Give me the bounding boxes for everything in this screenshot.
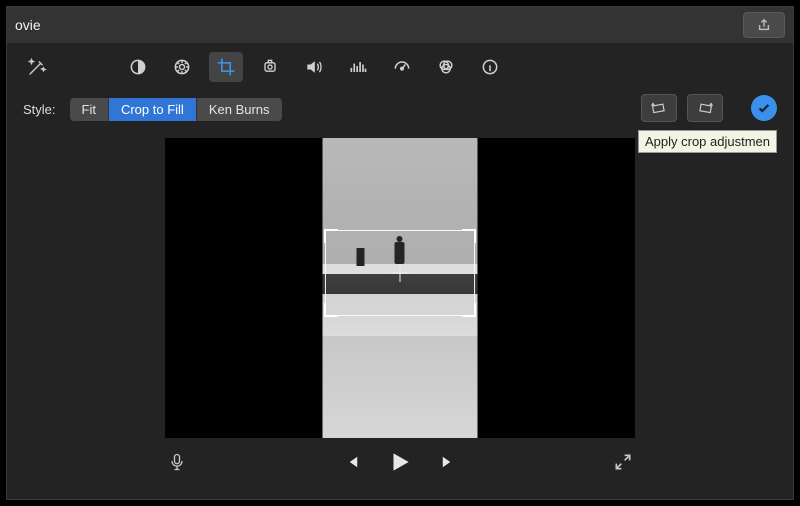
window-title: ovie: [15, 17, 41, 33]
rotate-ccw-button[interactable]: [641, 94, 677, 122]
transport-bar: [7, 439, 793, 487]
crop-style-bar: Style: Fit Crop to Fill Ken Burns: [7, 90, 793, 128]
speed-icon: [392, 57, 412, 77]
checkmark-icon: [757, 101, 771, 115]
magic-wand-icon: [26, 56, 48, 78]
style-segmented-control: Fit Crop to Fill Ken Burns: [70, 98, 282, 121]
noise-eq-icon: [348, 57, 368, 77]
next-frame-icon: [439, 453, 457, 471]
titlebar: ovie: [7, 7, 793, 44]
clip-info-icon: [480, 57, 500, 77]
noise-eq-button[interactable]: [341, 52, 375, 82]
clip-filter-icon: [436, 57, 456, 77]
style-option-ken-burns[interactable]: Ken Burns: [197, 98, 282, 121]
rotate-cw-button[interactable]: [687, 94, 723, 122]
enhance-button[interactable]: [23, 53, 51, 81]
share-icon: [757, 18, 771, 32]
stabilization-icon: [260, 57, 280, 77]
next-frame-button[interactable]: [439, 453, 457, 474]
voiceover-button[interactable]: [167, 452, 187, 475]
clip-filter-button[interactable]: [429, 52, 463, 82]
preview-viewer[interactable]: [165, 138, 635, 438]
volume-button[interactable]: [297, 52, 331, 82]
share-button[interactable]: [743, 12, 785, 38]
prev-frame-icon: [343, 453, 361, 471]
preview-clip: [323, 138, 478, 438]
style-label: Style:: [23, 102, 56, 117]
style-option-fit[interactable]: Fit: [70, 98, 109, 121]
speed-button[interactable]: [385, 52, 419, 82]
play-button[interactable]: [387, 449, 413, 478]
prev-frame-button[interactable]: [343, 453, 361, 474]
color-balance-icon: [128, 57, 148, 77]
voiceover-mic-icon: [167, 452, 187, 472]
fullscreen-icon: [613, 452, 633, 472]
color-correction-button[interactable]: [165, 52, 199, 82]
color-balance-button[interactable]: [121, 52, 155, 82]
crop-icon: [216, 57, 236, 77]
rotate-cw-icon: [696, 101, 714, 115]
stabilization-button[interactable]: [253, 52, 287, 82]
clip-info-button[interactable]: [473, 52, 507, 82]
rotate-ccw-icon: [650, 101, 668, 115]
fullscreen-button[interactable]: [613, 452, 633, 475]
apply-crop-button[interactable]: [751, 95, 777, 121]
volume-icon: [304, 57, 324, 77]
play-icon: [387, 449, 413, 475]
style-option-crop-to-fill[interactable]: Crop to Fill: [109, 98, 197, 121]
color-correction-icon: [172, 57, 192, 77]
crop-button[interactable]: [209, 52, 243, 82]
apply-crop-tooltip: Apply crop adjustmen: [638, 130, 777, 153]
adjustments-toolbar: [7, 44, 793, 90]
